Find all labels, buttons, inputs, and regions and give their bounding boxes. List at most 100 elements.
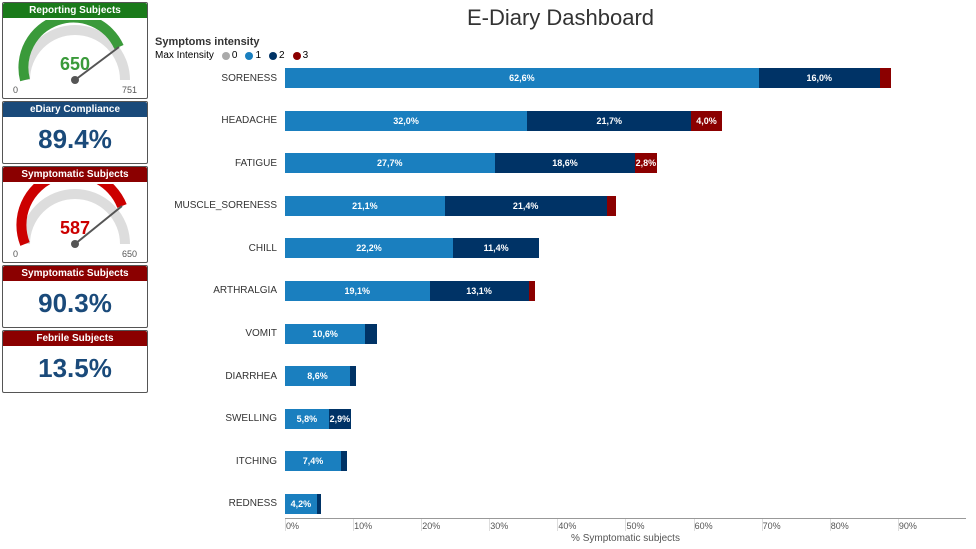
bar-group: 4,2% xyxy=(285,494,966,514)
bar-label: CHILL xyxy=(155,243,285,254)
bar-group: 62,6%16,0% xyxy=(285,68,966,88)
bar-label: REDNESS xyxy=(155,498,285,509)
bar-label: DIARRHEA xyxy=(155,371,285,382)
bar-segment-1 xyxy=(365,324,376,344)
febrile-subjects-card: Febrile Subjects 13.5% xyxy=(2,330,148,393)
legend-dot-2 xyxy=(269,52,277,60)
symptomatic-subjects-pct-card: Symptomatic Subjects 90.3% xyxy=(2,265,148,328)
bar-segment-2: 4,0% xyxy=(691,111,721,131)
x-tick: 90% xyxy=(898,519,966,531)
bar-segment-0: 32,0% xyxy=(285,111,527,131)
bar-group: 27,7%18,6%2,8% xyxy=(285,153,966,173)
bar-row: FATIGUE27,7%18,6%2,8% xyxy=(155,149,966,177)
bar-segment-2 xyxy=(880,68,891,88)
bar-label: ARTHRALGIA xyxy=(155,285,285,296)
ediary-compliance-value: 89.4% xyxy=(8,119,142,160)
bar-row: REDNESS4,2% xyxy=(155,490,966,518)
x-tick: 40% xyxy=(557,519,625,531)
bar-group: 10,6% xyxy=(285,324,966,344)
intensity-label: Symptoms intensity xyxy=(155,36,966,48)
bar-segment-1 xyxy=(341,451,347,471)
bar-segment-0: 7,4% xyxy=(285,451,341,471)
bar-group: 5,8%2,9% xyxy=(285,409,966,429)
max-intensity-label: Max Intensity xyxy=(155,50,214,61)
bar-segment-0: 4,2% xyxy=(285,494,317,514)
bar-segment-1: 13,1% xyxy=(430,281,529,301)
bar-segment-0: 21,1% xyxy=(285,196,445,216)
dashboard-title: E-Diary Dashboard xyxy=(155,5,966,31)
x-tick: 50% xyxy=(625,519,693,531)
legend-item-1: 1 xyxy=(245,50,261,61)
bar-label: MUSCLE_SORENESS xyxy=(155,200,285,211)
reporting-subjects-card: Reporting Subjects 650 0 751 xyxy=(2,2,148,99)
bar-group: 22,2%11,4% xyxy=(285,238,966,258)
bar-row: HEADACHE32,0%21,7%4,0% xyxy=(155,107,966,135)
bar-label: SWELLING xyxy=(155,413,285,424)
symptomatic-subjects-gauge-card: Symptomatic Subjects 587 0 650 xyxy=(2,166,148,263)
x-tick: 10% xyxy=(353,519,421,531)
x-ticks: 0%10%20%30%40%50%60%70%80%90% xyxy=(285,519,966,531)
x-axis-label: % Symptomatic subjects xyxy=(285,533,966,544)
x-tick: 80% xyxy=(830,519,898,531)
symptomatic-subjects-gauge-labels: 0 650 xyxy=(8,249,142,259)
sidebar: Reporting Subjects 650 0 751 eDiary Comp… xyxy=(0,0,150,549)
bar-row: SWELLING5,8%2,9% xyxy=(155,405,966,433)
bar-label: HEADACHE xyxy=(155,115,285,126)
bar-segment-1: 11,4% xyxy=(453,238,539,258)
symptomatic-subjects-pct-value: 90.3% xyxy=(8,283,142,324)
legend-item-2: 2 xyxy=(269,50,285,61)
ediary-compliance-title: eDiary Compliance xyxy=(3,102,147,117)
bar-label: ITCHING xyxy=(155,456,285,467)
legend-dot-3 xyxy=(293,52,301,60)
reporting-subjects-gauge: 650 xyxy=(15,20,135,85)
x-tick: 20% xyxy=(421,519,489,531)
bar-row: DIARRHEA8,6% xyxy=(155,362,966,390)
bar-label: VOMIT xyxy=(155,328,285,339)
bar-segment-2: 2,8% xyxy=(635,153,656,173)
main-container: Reporting Subjects 650 0 751 eDiary Comp… xyxy=(0,0,976,549)
bar-segment-0: 19,1% xyxy=(285,281,430,301)
bar-group: 19,1%13,1% xyxy=(285,281,966,301)
legend-item-0: 0 xyxy=(222,50,238,61)
bar-group: 8,6% xyxy=(285,366,966,386)
chart-header: Symptoms intensity Max Intensity 0 1 2 xyxy=(155,36,966,61)
bar-segment-1: 16,0% xyxy=(759,68,880,88)
svg-text:650: 650 xyxy=(60,54,90,74)
bar-group: 32,0%21,7%4,0% xyxy=(285,111,966,131)
symptomatic-subjects-gauge: 587 xyxy=(15,184,135,249)
legend: Max Intensity 0 1 2 3 xyxy=(155,50,966,61)
bar-chart: SORENESS62,6%16,0% HEADACHE32,0%21,7%4,0%… xyxy=(155,64,966,518)
febrile-subjects-title: Febrile Subjects xyxy=(3,331,147,346)
symptomatic-subjects-title-1: Symptomatic Subjects xyxy=(3,167,147,182)
bar-segment-2 xyxy=(607,196,616,216)
bar-segment-0: 5,8% xyxy=(285,409,329,429)
bar-row: ARTHRALGIA19,1%13,1% xyxy=(155,277,966,305)
x-tick: 0% xyxy=(285,519,353,531)
bar-segment-0: 22,2% xyxy=(285,238,453,258)
bar-segment-1: 21,7% xyxy=(527,111,691,131)
bar-row: MUSCLE_SORENESS21,1%21,4% xyxy=(155,192,966,220)
ediary-compliance-card: eDiary Compliance 89.4% xyxy=(2,101,148,164)
legend-dot-1 xyxy=(245,52,253,60)
x-tick: 70% xyxy=(762,519,830,531)
bar-group: 7,4% xyxy=(285,451,966,471)
reporting-subjects-title: Reporting Subjects xyxy=(3,3,147,18)
bar-row: SORENESS62,6%16,0% xyxy=(155,64,966,92)
bar-row: CHILL22,2%11,4% xyxy=(155,234,966,262)
bar-segment-2 xyxy=(529,281,535,301)
legend-dot-0 xyxy=(222,52,230,60)
bar-group: 21,1%21,4% xyxy=(285,196,966,216)
bar-segment-1: 2,9% xyxy=(329,409,351,429)
chart-wrapper: SORENESS62,6%16,0% HEADACHE32,0%21,7%4,0%… xyxy=(155,64,966,544)
symptomatic-subjects-title-2: Symptomatic Subjects xyxy=(3,266,147,281)
bar-segment-1: 21,4% xyxy=(445,196,607,216)
bar-segment-0: 10,6% xyxy=(285,324,365,344)
bar-segment-0: 27,7% xyxy=(285,153,495,173)
bar-row: VOMIT10,6% xyxy=(155,320,966,348)
bar-segment-0: 62,6% xyxy=(285,68,759,88)
bar-label: SORENESS xyxy=(155,73,285,84)
svg-text:587: 587 xyxy=(60,218,90,238)
febrile-subjects-value: 13.5% xyxy=(8,348,142,389)
bar-segment-1: 18,6% xyxy=(495,153,636,173)
x-tick: 30% xyxy=(489,519,557,531)
